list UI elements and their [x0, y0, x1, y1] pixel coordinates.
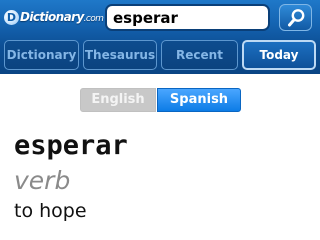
- search-button[interactable]: [279, 4, 312, 31]
- logo-text: Dictionary.com: [20, 10, 104, 24]
- tab-dictionary[interactable]: Dictionary: [4, 40, 79, 70]
- dictionary-logo[interactable]: D Dictionary.com: [4, 6, 104, 28]
- search-input[interactable]: [105, 4, 270, 31]
- search-icon: [288, 9, 305, 27]
- app-header: D Dictionary.com Dictionary Thesaurus Re…: [0, 0, 320, 74]
- entry-word: esperar: [14, 130, 128, 161]
- language-spanish-button[interactable]: Spanish: [157, 88, 241, 112]
- logo-name: Dictionary: [20, 10, 84, 24]
- tab-thesaurus[interactable]: Thesaurus: [83, 40, 157, 70]
- tab-recent[interactable]: Recent: [161, 40, 238, 70]
- language-english-button[interactable]: English: [80, 88, 156, 112]
- logo-icon: D: [4, 9, 19, 25]
- entry-translation: to hope: [14, 200, 87, 222]
- logo-suffix: .com: [83, 14, 104, 24]
- tab-today[interactable]: Today: [242, 40, 316, 70]
- entry-part-of-speech: verb: [14, 166, 71, 195]
